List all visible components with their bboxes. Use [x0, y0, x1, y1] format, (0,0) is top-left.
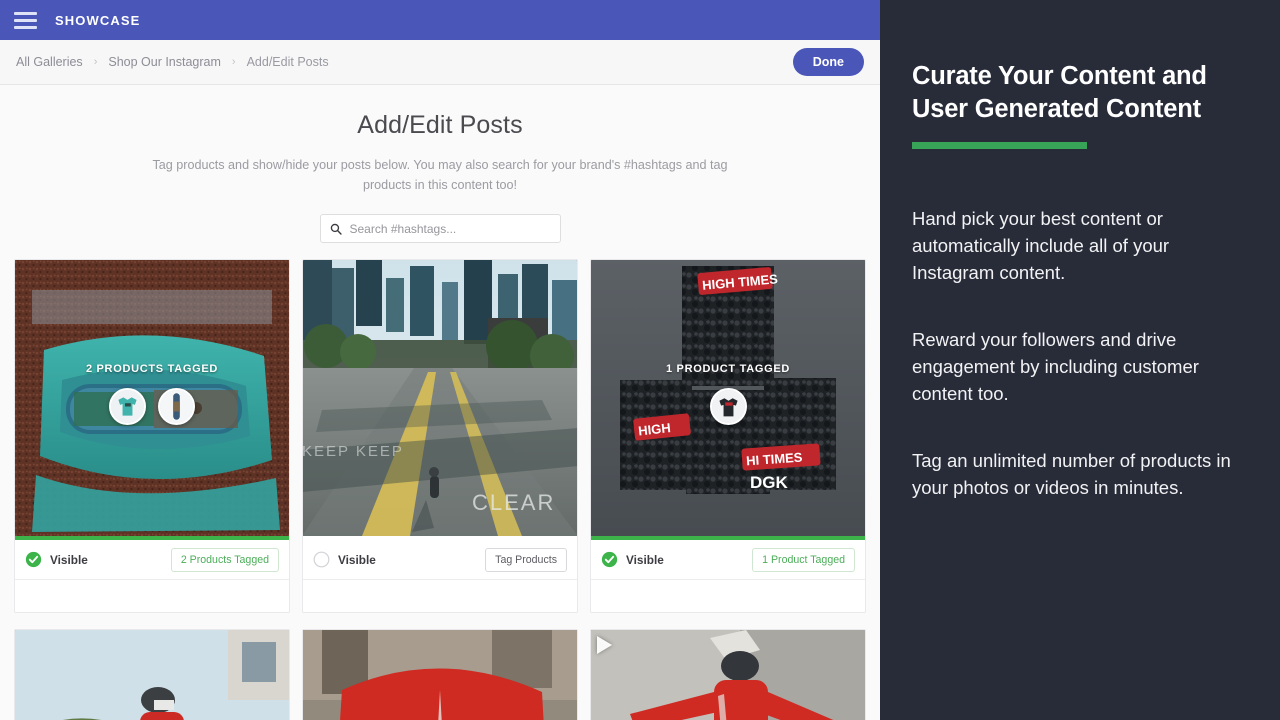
- panel-title-underline: [912, 142, 1087, 149]
- breadcrumb: All Galleries › Shop Our Instagram › Add…: [16, 55, 329, 69]
- top-navigation-bar: SHOWCASE: [0, 0, 880, 40]
- post-thumbnail[interactable]: CLEAR KEEP KEEP: [303, 260, 577, 536]
- post-card[interactable]: Visible Tag Products: [302, 629, 578, 720]
- panel-title: Curate Your Content and User Generated C…: [912, 62, 1207, 123]
- post-card-spacer: [591, 580, 865, 612]
- post-card[interactable]: CLEAR KEEP KEEP Visible Tag Products: [302, 259, 578, 613]
- post-visibility-group[interactable]: Visible: [601, 551, 664, 568]
- product-tag-marker[interactable]: [709, 388, 747, 425]
- hamburger-menu-icon[interactable]: [14, 11, 37, 29]
- svg-text:CLEAR: CLEAR: [472, 490, 555, 515]
- post-visibility-label: Visible: [338, 552, 376, 567]
- post-footer: Visible 1 Product Tagged: [591, 540, 865, 580]
- panel-paragraph-3: Tag an unlimited number of products in y…: [912, 450, 1231, 498]
- breadcrumb-item-all-galleries[interactable]: All Galleries: [16, 55, 83, 69]
- search-icon: [330, 223, 342, 235]
- showcase-app-region: SHOWCASE All Galleries › Shop Our Instag…: [0, 0, 880, 720]
- breadcrumb-separator-icon: ›: [93, 56, 98, 68]
- search-row: [0, 214, 880, 243]
- post-footer: Visible Tag Products: [303, 540, 577, 580]
- post-card[interactable]: HIGH TIMES HIGH HI TIMES DGK 1 PRODUCT T…: [590, 259, 866, 613]
- post-visibility-group[interactable]: Visible: [313, 551, 376, 568]
- post-tag-markers: [591, 388, 865, 425]
- post-footer: Visible 2 Products Tagged: [15, 540, 289, 580]
- post-image: [591, 630, 865, 720]
- search-box[interactable]: [319, 214, 561, 243]
- svg-text:DGK: DGK: [750, 473, 789, 492]
- visible-unchecked-icon[interactable]: [313, 551, 330, 568]
- marketing-panel: Curate Your Content and User Generated C…: [880, 0, 1280, 720]
- breadcrumb-item-add-edit-posts: Add/Edit Posts: [246, 55, 329, 69]
- post-card[interactable]: Visible Tag Products: [14, 629, 290, 720]
- breadcrumb-separator-icon: ›: [231, 56, 236, 68]
- post-tag-markers: [15, 388, 289, 425]
- page-header: Add/Edit Posts Tag products and show/hid…: [0, 85, 880, 195]
- app-brand-title: SHOWCASE: [55, 12, 141, 28]
- breadcrumb-item-shop-our-instagram[interactable]: Shop Our Instagram: [108, 55, 221, 69]
- post-thumbnail[interactable]: [591, 630, 865, 720]
- post-card[interactable]: 2 PRODUCTS TAGGED Visible 2 Products Tag…: [14, 259, 290, 613]
- video-play-icon: [597, 636, 612, 654]
- visible-check-icon[interactable]: [25, 551, 42, 568]
- panel-paragraph-2: Reward your followers and drive engageme…: [912, 329, 1199, 404]
- post-visibility-group[interactable]: Visible: [25, 551, 88, 568]
- post-visibility-label: Visible: [626, 552, 664, 567]
- post-visibility-label: Visible: [50, 552, 88, 567]
- svg-text:KEEP KEEP: KEEP KEEP: [303, 443, 404, 460]
- post-thumbnail[interactable]: 2 PRODUCTS TAGGED: [15, 260, 289, 536]
- post-thumbnail[interactable]: [15, 630, 289, 720]
- post-card-spacer: [15, 580, 289, 612]
- visible-check-icon[interactable]: [601, 551, 618, 568]
- product-tag-marker[interactable]: [158, 388, 195, 425]
- breadcrumb-bar: All Galleries › Shop Our Instagram › Add…: [0, 40, 880, 85]
- posts-grid: 2 PRODUCTS TAGGED Visible 2 Products Tag…: [0, 259, 880, 720]
- page-subtitle: Tag products and show/hide your posts be…: [152, 158, 728, 192]
- tag-products-button[interactable]: 2 Products Tagged: [170, 547, 279, 572]
- post-image: [303, 630, 577, 720]
- post-image: [15, 630, 289, 720]
- app-screen: SHOWCASE All Galleries › Shop Our Instag…: [0, 0, 1280, 720]
- page-title: Add/Edit Posts: [357, 111, 523, 139]
- post-card-spacer: [303, 580, 577, 612]
- panel-paragraph-1: Hand pick your best content or automatic…: [912, 208, 1170, 283]
- post-image: CLEAR KEEP KEEP: [303, 260, 577, 536]
- done-button[interactable]: Done: [792, 48, 864, 76]
- panel-body: Hand pick your best content or automatic…: [912, 205, 1248, 501]
- product-tag-marker[interactable]: [109, 388, 146, 425]
- post-card[interactable]: Visible Tag Products: [590, 629, 866, 720]
- tag-products-button[interactable]: Tag Products: [485, 547, 567, 572]
- post-thumbnail[interactable]: HIGH TIMES HIGH HI TIMES DGK 1 PRODUCT T…: [591, 260, 865, 536]
- post-thumbnail[interactable]: [303, 630, 577, 720]
- tag-products-button[interactable]: 1 Product Tagged: [752, 547, 855, 572]
- search-input[interactable]: [349, 221, 551, 236]
